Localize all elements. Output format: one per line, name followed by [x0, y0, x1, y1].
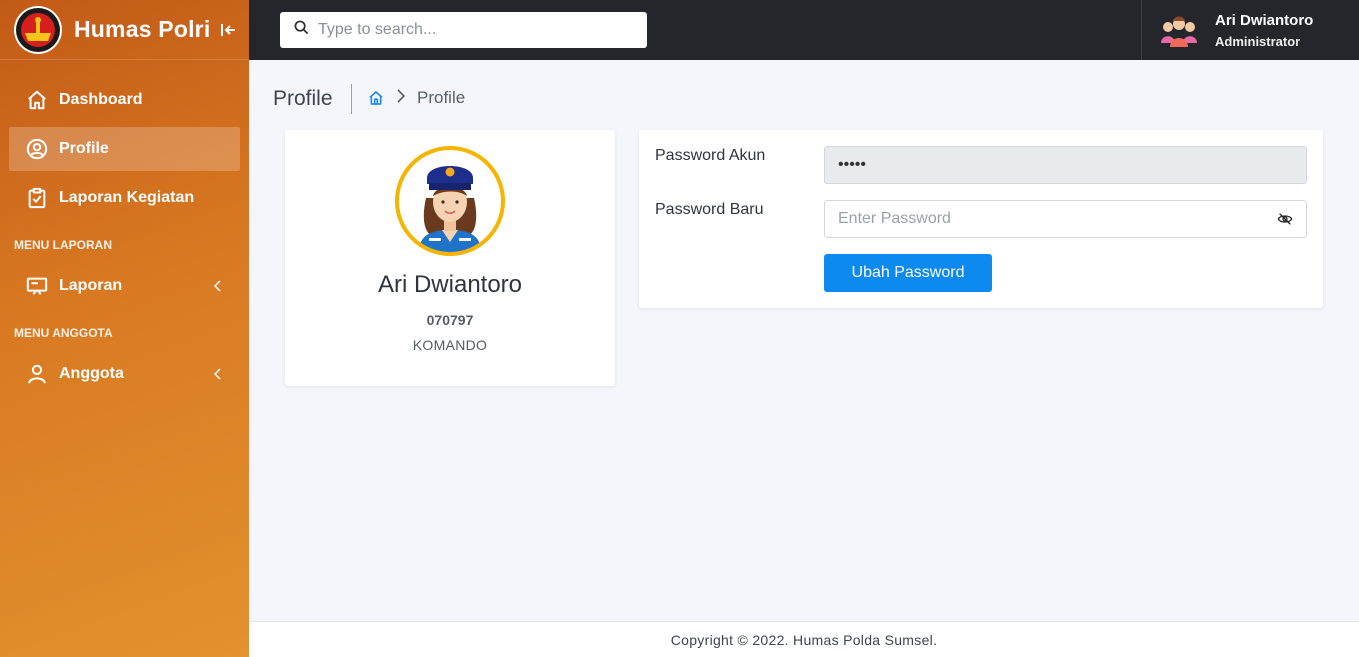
sidebar-item-profile[interactable]: Profile: [9, 127, 240, 171]
collapse-sidebar-icon[interactable]: [218, 20, 238, 40]
search-box[interactable]: [280, 12, 647, 48]
footer: Copyright © 2022. Humas Polda Sumsel.: [249, 621, 1359, 657]
home-icon: [25, 88, 49, 112]
profile-unit: KOMANDO: [412, 337, 488, 353]
current-password-field: [824, 146, 1307, 184]
user-name: Ari Dwiantoro: [1215, 11, 1314, 29]
sidebar-item-anggota[interactable]: Anggota: [9, 352, 240, 396]
presentation-icon: [25, 274, 49, 298]
home-icon[interactable]: [368, 90, 385, 107]
police-emblem-logo[interactable]: [14, 5, 62, 54]
user-menu[interactable]: Ari Dwiantoro Administrator: [1141, 0, 1359, 60]
sidebar-item-laporan-kegiatan[interactable]: Laporan Kegiatan: [9, 176, 240, 220]
app-title: Humas Polri: [74, 16, 211, 42]
sidebar-item-label: Laporan: [59, 277, 123, 294]
sidebar: Humas Polri Dashboard Profile Laporan Ke…: [0, 0, 249, 657]
sidebar-item-laporan[interactable]: Laporan: [9, 264, 240, 308]
user-icon: [25, 362, 49, 386]
sidebar-item-dashboard[interactable]: Dashboard: [9, 78, 240, 122]
topbar: Ari Dwiantoro Administrator: [249, 0, 1359, 60]
sidebar-item-label: Dashboard: [59, 91, 143, 108]
chevron-right-icon: [397, 88, 407, 108]
sidebar-item-label: Laporan Kegiatan: [59, 189, 195, 206]
section-menu-laporan: MENU LAPORAN: [14, 238, 112, 252]
search-input[interactable]: [318, 21, 638, 39]
clipboard-check-icon: [25, 186, 49, 210]
change-password-button[interactable]: Ubah Password: [824, 254, 992, 292]
title-divider: [351, 84, 352, 114]
breadcrumb: Profile: [368, 88, 465, 108]
new-password-field[interactable]: [824, 200, 1307, 238]
eye-off-icon[interactable]: [1277, 211, 1294, 228]
profile-card: Ari Dwiantoro 070797 KOMANDO: [285, 130, 615, 386]
search-icon: [294, 20, 309, 40]
user-circle-icon: [25, 137, 49, 161]
chevron-left-icon: [208, 280, 228, 292]
user-role: Administrator: [1215, 33, 1301, 49]
current-password-input: [838, 156, 1258, 174]
sidebar-item-label: Anggota: [59, 365, 124, 382]
new-password-input[interactable]: [838, 210, 1258, 228]
new-password-label: Password Baru: [655, 201, 764, 218]
current-password-label: Password Akun: [655, 147, 766, 164]
breadcrumb-current: Profile: [417, 88, 466, 107]
page-title: Profile: [273, 87, 333, 110]
chevron-left-icon: [208, 368, 228, 380]
brand-header: Humas Polri: [0, 0, 249, 60]
section-menu-anggota: MENU ANGGOTA: [14, 326, 113, 340]
profile-name: Ari Dwiantoro: [377, 271, 523, 298]
sidebar-item-label: Profile: [59, 140, 109, 157]
user-info: Ari Dwiantoro Administrator: [1215, 12, 1313, 49]
profile-avatar: [395, 146, 505, 256]
profile-nrp: 070797: [426, 312, 474, 328]
sidebar-nav: Dashboard Profile Laporan Kegiatan MENU …: [0, 60, 249, 396]
password-card: Password Akun Password Baru Ubah Passwor…: [639, 130, 1323, 308]
avatar: [1158, 9, 1200, 51]
